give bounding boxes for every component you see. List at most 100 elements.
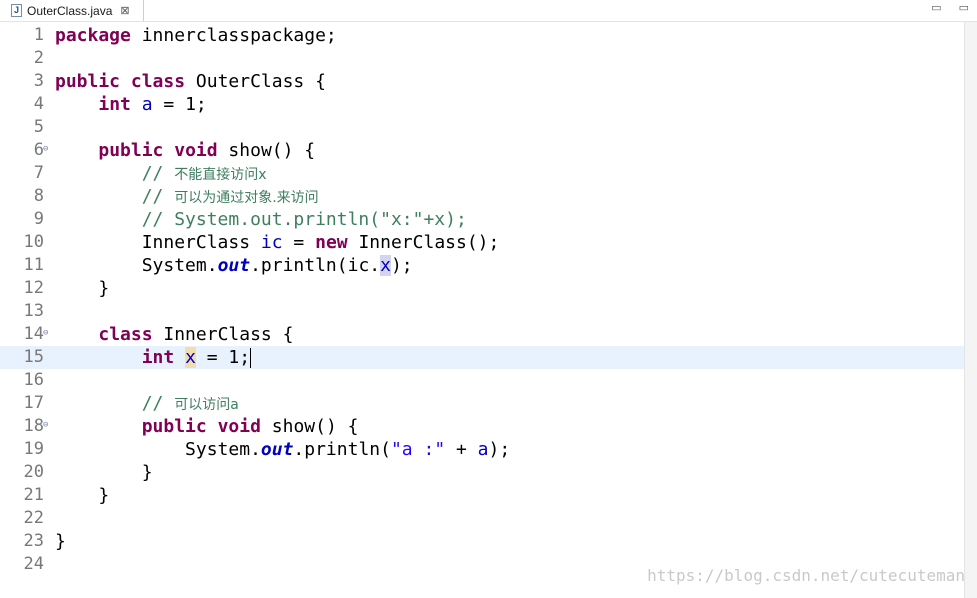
code-line[interactable]: 17 // 可以访问a bbox=[0, 392, 965, 415]
line-number: 7 bbox=[33, 163, 44, 183]
line-number: 2 bbox=[33, 48, 44, 68]
code-text: class InnerClass { bbox=[55, 323, 293, 346]
code-token: // System.out.println("x:"+x); bbox=[55, 209, 467, 230]
code-text: } bbox=[55, 530, 66, 553]
code-token: } bbox=[55, 485, 110, 506]
code-token: void bbox=[174, 140, 218, 161]
code-token: ic bbox=[260, 232, 283, 253]
code-line[interactable]: 11 System.out.println(ic.x); bbox=[0, 254, 965, 277]
code-token: public bbox=[55, 71, 121, 92]
code-token: InnerClass bbox=[55, 232, 261, 253]
line-number: 22 bbox=[23, 508, 44, 528]
code-text: // 可以访问a bbox=[55, 392, 239, 417]
code-token: InnerClass(); bbox=[347, 232, 500, 253]
code-token: = bbox=[282, 232, 316, 253]
code-token: out bbox=[217, 255, 251, 276]
code-token: x bbox=[185, 347, 196, 368]
code-line[interactable]: 5 bbox=[0, 116, 965, 139]
code-token: int bbox=[98, 94, 131, 115]
code-line[interactable]: 22 bbox=[0, 507, 965, 530]
code-line[interactable]: 21 } bbox=[0, 484, 965, 507]
line-number: 16 bbox=[23, 370, 44, 390]
code-token: 可以访问a bbox=[174, 397, 239, 413]
watermark: https://blog.csdn.net/cutecuteman bbox=[647, 566, 965, 585]
fold-toggle-icon[interactable]: ⊖ bbox=[43, 143, 48, 155]
vertical-scrollbar[interactable] bbox=[964, 22, 977, 598]
code-text: int x = 1; bbox=[55, 346, 252, 369]
code-line[interactable]: 14 ⊖ class InnerClass { bbox=[0, 323, 965, 346]
code-line[interactable]: 13 bbox=[0, 300, 965, 323]
tab-outerclass-java[interactable]: J OuterClass.java ⊠ bbox=[6, 0, 144, 21]
maximize-icon[interactable]: ▭ bbox=[959, 2, 969, 14]
line-number: 12 bbox=[23, 278, 44, 298]
code-line[interactable]: 16 bbox=[0, 369, 965, 392]
code-line[interactable]: 1 package innerclasspackage; bbox=[0, 24, 965, 47]
code-token: class bbox=[130, 71, 186, 92]
code-text: package innerclasspackage; bbox=[55, 24, 337, 47]
code-line[interactable]: 2 bbox=[0, 47, 965, 70]
minimize-icon[interactable]: ▭ bbox=[931, 2, 941, 14]
line-number: 6 bbox=[33, 140, 44, 160]
code-token: public bbox=[141, 416, 207, 437]
code-line[interactable]: 7 // 不能直接访问x bbox=[0, 162, 965, 185]
code-token: package bbox=[55, 25, 131, 46]
code-line[interactable]: 3 public class OuterClass { bbox=[0, 70, 965, 93]
code-token: System. bbox=[55, 439, 261, 460]
code-token: new bbox=[315, 232, 348, 253]
code-text: } bbox=[55, 277, 109, 300]
code-text: public void show() { bbox=[55, 139, 315, 162]
code-token: = 1; bbox=[152, 94, 207, 115]
code-token: a bbox=[477, 439, 489, 460]
code-line[interactable]: 15 int x = 1; bbox=[0, 346, 965, 369]
code-text: public class OuterClass { bbox=[55, 70, 326, 93]
code-line[interactable]: 23} bbox=[0, 530, 965, 553]
line-number: 24 bbox=[23, 554, 44, 574]
code-token: void bbox=[217, 416, 261, 437]
code-line[interactable]: 10 InnerClass ic = new InnerClass(); bbox=[0, 231, 965, 254]
code-line[interactable]: 19 System.out.println("a :" + a); bbox=[0, 438, 965, 461]
code-text: System.out.println(ic.x); bbox=[55, 254, 413, 277]
code-token: show() { bbox=[260, 416, 359, 437]
line-number: 21 bbox=[23, 485, 44, 505]
line-number: 20 bbox=[23, 462, 44, 482]
editor-tab-bar: J OuterClass.java ⊠ ▭ ▭ bbox=[0, 0, 977, 22]
code-line[interactable]: 6 ⊖ public void show() { bbox=[0, 139, 965, 162]
line-number: 23 bbox=[23, 531, 44, 551]
code-token: out bbox=[260, 439, 294, 460]
line-number: 15 bbox=[23, 347, 44, 367]
code-text: public void show() { bbox=[55, 415, 359, 438]
code-line[interactable]: 20 } bbox=[0, 461, 965, 484]
code-line[interactable]: 8 // 可以为通过对象.来访问 bbox=[0, 185, 965, 208]
code-token: 不能直接访问x bbox=[174, 167, 267, 183]
code-token: = 1; bbox=[195, 347, 251, 368]
line-number: 14 bbox=[23, 324, 44, 344]
code-token: // bbox=[55, 186, 175, 207]
line-number: 4 bbox=[33, 94, 44, 114]
code-line[interactable]: 9 // System.out.println("x:"+x); bbox=[0, 208, 965, 231]
code-token: innerclasspackage; bbox=[130, 25, 337, 46]
code-token: "a :" bbox=[390, 439, 446, 460]
code-token: + bbox=[445, 439, 478, 460]
code-token: } bbox=[55, 531, 66, 552]
text-cursor bbox=[250, 348, 252, 368]
code-token: .println( bbox=[293, 439, 391, 460]
close-icon[interactable]: ⊠ bbox=[120, 4, 129, 17]
code-token: show() { bbox=[217, 140, 316, 161]
line-number: 8 bbox=[33, 186, 44, 206]
fold-toggle-icon[interactable]: ⊖ bbox=[43, 327, 48, 339]
code-line[interactable]: 12 } bbox=[0, 277, 965, 300]
code-line[interactable]: 4 int a = 1; bbox=[0, 93, 965, 116]
code-token: } bbox=[55, 462, 153, 483]
code-token: } bbox=[55, 278, 110, 299]
code-line[interactable]: 18 ⊖ public void show() { bbox=[0, 415, 965, 438]
code-token: int bbox=[141, 347, 175, 368]
line-number: 11 bbox=[23, 255, 44, 275]
code-token: // bbox=[55, 393, 175, 414]
fold-toggle-icon[interactable]: ⊖ bbox=[43, 419, 48, 431]
